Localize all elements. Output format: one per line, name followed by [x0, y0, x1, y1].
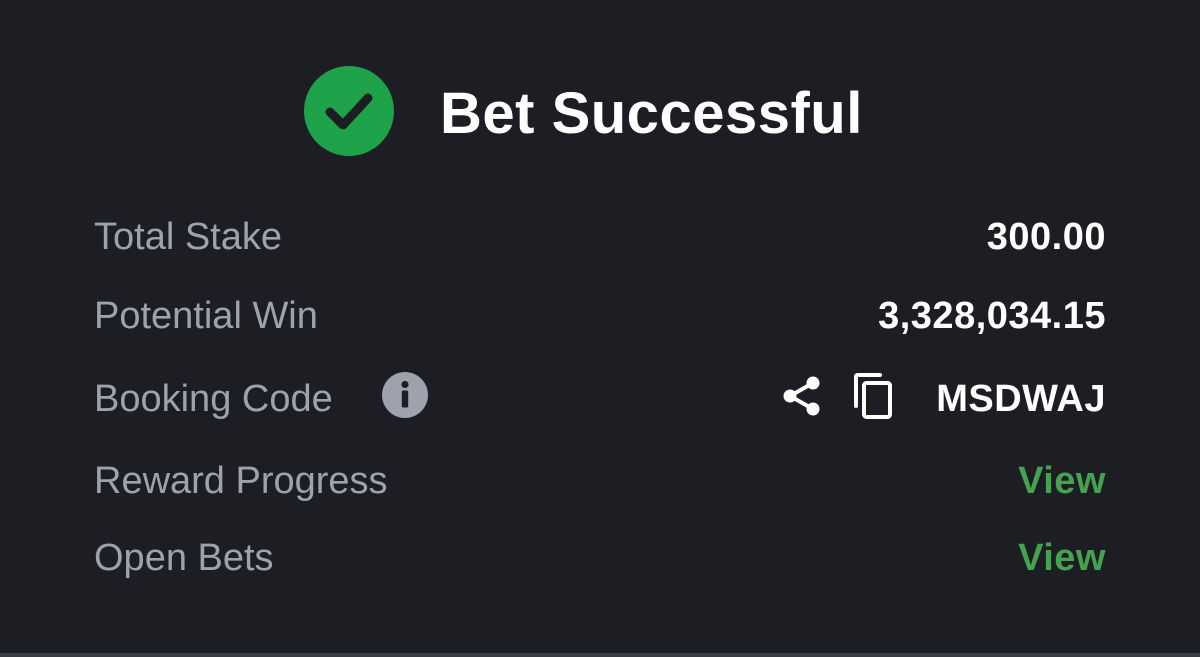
booking-code-label: Booking Code [94, 378, 333, 420]
info-icon[interactable] [382, 372, 428, 418]
booking-code-row: Booking Code MSDWAJ [94, 372, 1106, 426]
total-stake-row: Total Stake 300.00 [94, 210, 1106, 264]
bet-confirmation-panel: Bet Successful Total Stake 300.00 Potent… [0, 0, 1200, 657]
check-circle-icon [304, 66, 394, 156]
page-title: Bet Successful [440, 81, 863, 146]
reward-progress-label: Reward Progress [94, 460, 388, 502]
total-stake-label: Total Stake [94, 216, 282, 258]
booking-code-value: MSDWAJ [936, 378, 1106, 420]
potential-win-row: Potential Win 3,328,034.15 [94, 289, 1106, 343]
open-bets-row: Open Bets View [94, 531, 1106, 585]
divider [0, 653, 1200, 657]
open-bets-view-link[interactable]: View [1018, 537, 1106, 580]
potential-win-value: 3,328,034.15 [878, 295, 1106, 337]
open-bets-label: Open Bets [94, 537, 274, 579]
copy-icon[interactable] [852, 372, 894, 420]
reward-progress-view-link[interactable]: View [1018, 460, 1106, 503]
share-icon[interactable] [780, 374, 824, 418]
potential-win-label: Potential Win [94, 295, 318, 337]
bet-success-header: Bet Successful [0, 66, 1200, 156]
reward-progress-row: Reward Progress View [94, 454, 1106, 508]
total-stake-value: 300.00 [986, 216, 1106, 258]
